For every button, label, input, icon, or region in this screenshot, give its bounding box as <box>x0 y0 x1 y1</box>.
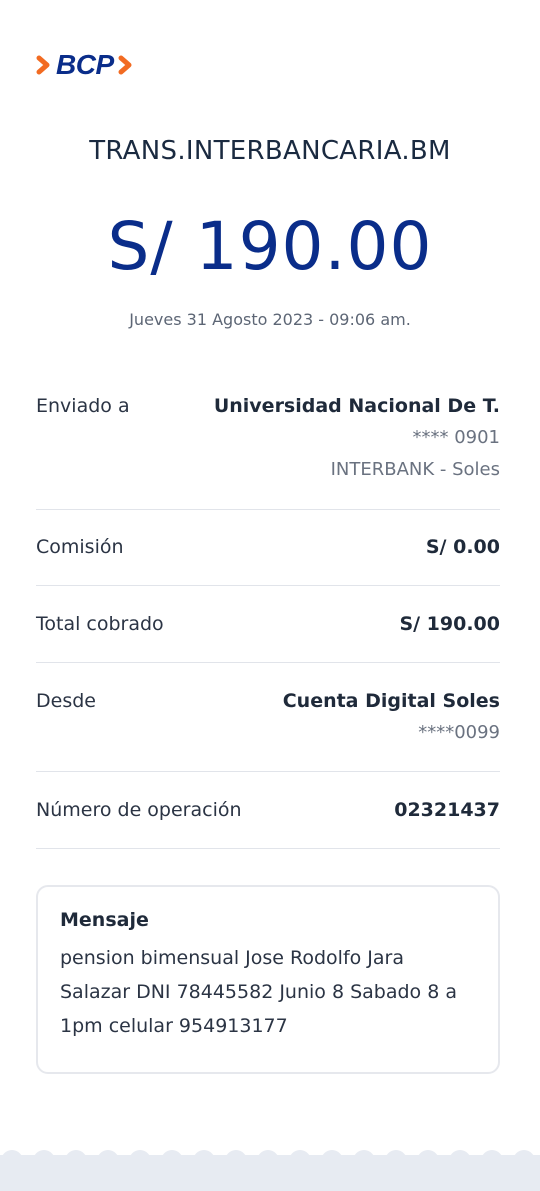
recipient-bank: INTERBANK - Soles <box>330 459 500 480</box>
transaction-datetime: Jueves 31 Agosto 2023 - 09:06 am. <box>129 310 411 329</box>
transaction-type-title: TRANS.INTERBANCARIA.BM <box>89 136 451 166</box>
operation-label: Número de operación <box>36 799 242 821</box>
total-row: Total cobrado S/ 190.00 <box>36 586 500 663</box>
chevron-left-logo-icon <box>36 55 50 75</box>
recipient-account: **** 0901 <box>412 427 500 448</box>
message-card: Mensaje pension bimensual Jose Rodolfo J… <box>36 885 500 1074</box>
transfer-amount: S/ 190.00 <box>107 208 433 285</box>
total-value: S/ 190.00 <box>399 613 500 635</box>
sent-to-row: Enviado a Universidad Nacional De T. ***… <box>36 384 500 510</box>
source-account-number: ****0099 <box>418 722 500 743</box>
chevron-right-logo-icon <box>118 55 132 75</box>
logo-text: BCP <box>56 49 114 80</box>
bcp-logo: BCP <box>36 50 134 80</box>
operation-row: Número de operación 02321437 <box>36 772 500 849</box>
commission-value: S/ 0.00 <box>425 536 500 558</box>
scallop-edge-icon <box>1 1150 535 1165</box>
commission-row: Comisión S/ 0.00 <box>36 510 500 586</box>
receipt-torn-edge <box>0 1150 540 1191</box>
message-body: pension bimensual Jose Rodolfo Jara Sala… <box>60 947 457 1037</box>
from-row: Desde Cuenta Digital Soles ****0099 <box>36 663 500 772</box>
sent-to-label: Enviado a <box>36 395 130 417</box>
commission-label: Comisión <box>36 536 124 558</box>
message-title: Mensaje <box>60 909 149 931</box>
source-account-name: Cuenta Digital Soles <box>282 690 500 712</box>
operation-number: 02321437 <box>394 799 500 821</box>
recipient-name: Universidad Nacional De T. <box>213 395 500 417</box>
from-label: Desde <box>36 690 96 712</box>
total-label: Total cobrado <box>36 613 164 635</box>
